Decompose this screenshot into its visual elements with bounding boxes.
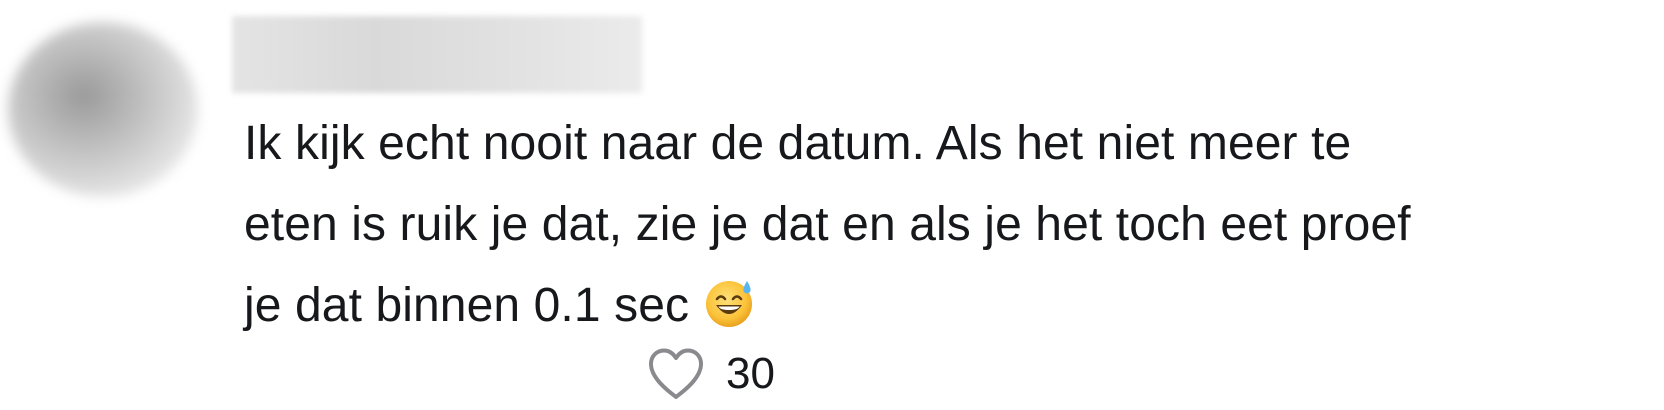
avatar[interactable] [8,22,198,197]
comment-text: Ik kijk echt nooit naar de datum. Als he… [244,103,1654,346]
grinning-face-with-sweat-icon [706,281,753,327]
heart-outline-icon[interactable] [646,346,706,402]
comment-body: Ik kijk echt nooit naar de datum. Als he… [244,117,1411,332]
username-blurred[interactable] [232,16,642,93]
like-count: 30 [726,349,775,398]
like-group: 30 [646,342,775,406]
